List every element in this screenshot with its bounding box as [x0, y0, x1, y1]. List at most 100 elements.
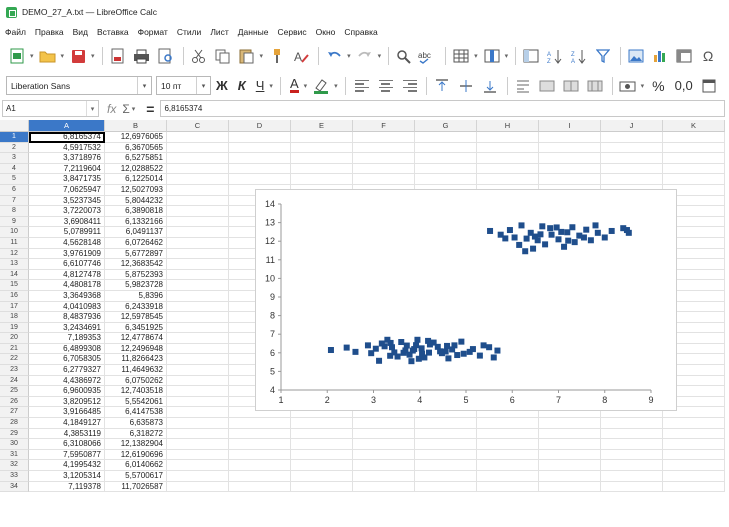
grid-cell[interactable]: 4,0410983 — [29, 301, 105, 313]
menu-file[interactable]: Файл — [5, 27, 26, 37]
grid-cell[interactable] — [601, 418, 663, 429]
grid-cell[interactable] — [167, 418, 229, 429]
grid-cell[interactable] — [477, 428, 539, 440]
grid-cell[interactable] — [167, 471, 229, 482]
row-header[interactable]: 17 — [0, 301, 29, 313]
grid-cell[interactable] — [229, 460, 291, 471]
grid-cell[interactable]: 6,7058305 — [29, 354, 105, 366]
grid-cell[interactable]: 8,4837936 — [29, 312, 105, 323]
grid-cell[interactable] — [477, 163, 539, 175]
row-header[interactable]: 20 — [0, 333, 29, 344]
currency-format-icon[interactable] — [617, 76, 639, 96]
row-header[interactable]: 13 — [0, 259, 29, 270]
grid-cell[interactable] — [353, 142, 415, 154]
grid-cell[interactable]: 5,8752393 — [105, 269, 167, 281]
grid-cell[interactable] — [601, 428, 663, 440]
grid-cell[interactable]: 6,9600935 — [29, 386, 105, 397]
grid-cell[interactable] — [663, 174, 725, 185]
grid-cell[interactable]: 3,1205314 — [29, 471, 105, 482]
undo-icon[interactable] — [323, 46, 345, 66]
grid-cell[interactable]: 12,4778674 — [105, 333, 167, 344]
grid-cell[interactable] — [167, 312, 229, 323]
grid-cell[interactable] — [167, 354, 229, 366]
row-header[interactable]: 16 — [0, 290, 29, 302]
grid-cell[interactable]: 6,6107746 — [29, 259, 105, 270]
grid-cell[interactable] — [415, 163, 477, 175]
grid-cell[interactable]: 12,2496948 — [105, 343, 167, 355]
grid-cell[interactable]: 12,0288522 — [105, 163, 167, 175]
grid-cell[interactable] — [539, 132, 601, 143]
column-header[interactable]: A — [29, 120, 105, 132]
font-size-box[interactable]: 10 пт ▾ — [156, 76, 211, 95]
grid-cell[interactable] — [229, 449, 291, 461]
align-top-icon[interactable] — [431, 76, 453, 96]
clone-formatting-icon[interactable] — [266, 46, 288, 66]
grid-cell[interactable] — [415, 132, 477, 143]
grid-cell[interactable] — [353, 174, 415, 185]
grid-cell[interactable] — [663, 439, 725, 450]
grid-cell[interactable] — [477, 142, 539, 154]
grid-cell[interactable] — [415, 481, 477, 493]
grid-cell[interactable] — [601, 163, 663, 175]
grid-cell[interactable] — [229, 418, 291, 429]
row-header[interactable]: 26 — [0, 396, 29, 408]
grid-cell[interactable]: 3,6908411 — [29, 216, 105, 228]
new-document-icon[interactable] — [6, 46, 28, 66]
merge-center-icon[interactable] — [560, 76, 582, 96]
new-dropdown-icon[interactable]: ▾ — [30, 52, 34, 60]
grid-cell[interactable] — [291, 439, 353, 450]
grid-cell[interactable] — [415, 428, 477, 440]
row-header[interactable]: 33 — [0, 471, 29, 482]
grid-cell[interactable]: 4,8127478 — [29, 269, 105, 281]
grid-cell[interactable] — [477, 132, 539, 143]
grid-cell[interactable] — [167, 206, 229, 217]
row-dropdown-icon[interactable]: ▾ — [474, 52, 478, 60]
grid-cell[interactable] — [477, 449, 539, 461]
grid-cell[interactable] — [167, 449, 229, 461]
grid-cell[interactable] — [353, 428, 415, 440]
grid-cell[interactable]: 7,5950877 — [29, 449, 105, 461]
grid-cell[interactable] — [539, 418, 601, 429]
column-header[interactable]: E — [291, 120, 353, 132]
currency-dropdown-icon[interactable]: ▾ — [641, 82, 645, 90]
grid-cell[interactable]: 6,3108066 — [29, 439, 105, 450]
grid-cell[interactable]: 12,5978545 — [105, 312, 167, 323]
grid-cell[interactable] — [415, 449, 477, 461]
save-icon[interactable] — [67, 46, 89, 66]
row-header[interactable]: 4 — [0, 163, 29, 175]
grid-cell[interactable]: 12,6190696 — [105, 449, 167, 461]
grid-cell[interactable] — [601, 460, 663, 471]
highlight-color-icon[interactable] — [310, 76, 332, 96]
grid-cell[interactable] — [601, 471, 663, 482]
grid-cell[interactable] — [601, 439, 663, 450]
align-center-icon[interactable] — [378, 79, 393, 92]
grid-cell[interactable] — [167, 343, 229, 355]
grid-cell[interactable]: 11,4649632 — [105, 365, 167, 376]
row-header[interactable]: 24 — [0, 375, 29, 387]
menu-tools[interactable]: Сервис — [278, 27, 307, 37]
grid-cell[interactable]: 6,635873 — [105, 418, 167, 429]
grid-cell[interactable] — [663, 471, 725, 482]
grid-cell[interactable]: 12,5027093 — [105, 184, 167, 196]
grid-cell[interactable] — [539, 428, 601, 440]
select-all-corner[interactable] — [0, 120, 29, 132]
grid-cell[interactable]: 4,5628148 — [29, 237, 105, 249]
grid-cell[interactable]: 5,9823728 — [105, 280, 167, 291]
grid-cell[interactable] — [601, 481, 663, 493]
grid-cell[interactable]: 6,318272 — [105, 428, 167, 440]
unmerge-cells-icon[interactable] — [584, 76, 606, 96]
formula-button[interactable]: = — [146, 101, 154, 117]
chevron-down-icon[interactable]: ▾ — [137, 77, 151, 94]
grid-cell[interactable] — [353, 460, 415, 471]
column-header[interactable]: K — [663, 120, 725, 132]
grid-cell[interactable] — [167, 333, 229, 344]
grid-cell[interactable]: 6,4899308 — [29, 343, 105, 355]
grid-cell[interactable] — [663, 428, 725, 440]
grid-cell[interactable] — [539, 142, 601, 154]
menu-edit[interactable]: Правка — [35, 27, 64, 37]
grid-cell[interactable] — [477, 439, 539, 450]
sort-descending-icon[interactable]: ZA — [568, 46, 590, 66]
grid-cell[interactable] — [291, 481, 353, 493]
grid-cell[interactable] — [291, 174, 353, 185]
open-folder-icon[interactable] — [37, 46, 59, 66]
